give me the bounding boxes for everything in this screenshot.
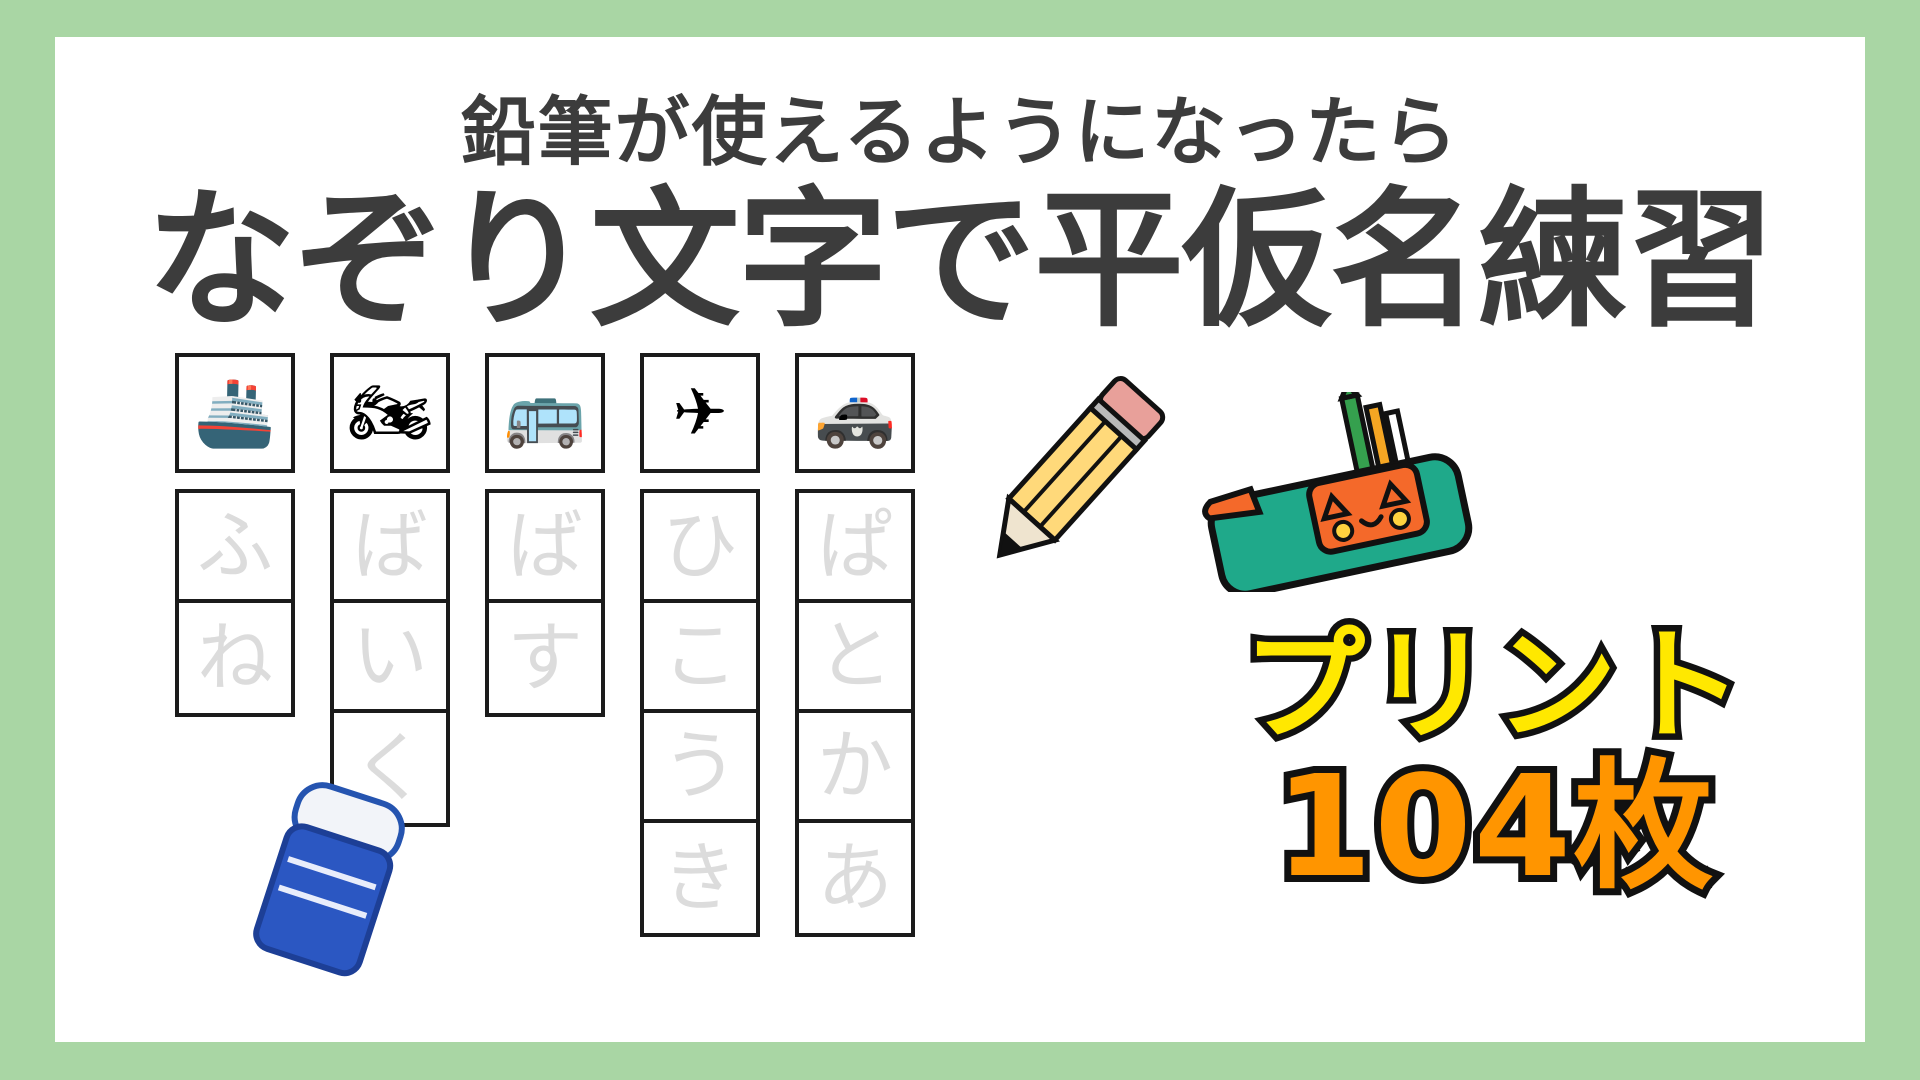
tracing-character-cell: ひ [644,493,756,603]
word-column: 🚓 ぱとかあ [795,353,915,937]
subtitle: 鉛筆が使えるようになったら [460,88,1460,176]
pencil-icon [996,376,1166,559]
tracing-character-cell: す [507,613,583,702]
pencil-case-icon [1202,392,1473,592]
word-column: 🚢 ふね [175,353,295,717]
tracing-character-cell: ば [489,493,601,603]
tracing-character-cell: ふ [179,493,291,603]
word-column: 🚌 ばす [485,353,605,717]
tracing-character-cell: こ [644,603,756,713]
tracing-cell-stack: ぱとかあ [795,489,915,937]
bus-icon: 🚌 [485,353,605,473]
tracing-cell-stack: ひこうき [640,489,760,937]
tracing-character-cell: ぱ [799,493,911,603]
tracing-cell-stack: ばす [485,489,605,717]
airplane-icon: ✈ [640,353,760,473]
tracing-character-cell: き [662,833,738,922]
promo-sheet-count: 104枚 [1268,746,1720,910]
word-column: 🏍 ばいく [330,353,450,827]
page-title: なぞり文字で平仮名練習 [145,174,1776,348]
tracing-character-cell: い [334,603,446,713]
eraser-icon [253,782,405,977]
tracing-character-cell: あ [817,833,893,922]
tracing-character-cell: ば [334,493,446,603]
tracing-cell-stack: ふね [175,489,295,717]
promo-sheet-label: プリント [1237,615,1750,757]
tracing-character-cell: ね [197,613,273,702]
motorcycle-icon: 🏍 [330,353,450,473]
tracing-character-cell: と [799,603,911,713]
tracing-character-cell: か [799,713,911,823]
content-card: 鉛筆が使えるようになったら なぞり文字で平仮名練習 🚢 ふね 🏍 ばいく 🚌 ばす ✈ ひこう… [55,37,1865,1042]
tracing-character-cell: う [644,713,756,823]
police-car-icon: 🚓 [795,353,915,473]
promo-block: プリント 104枚 [1185,615,1805,910]
ship-icon: 🚢 [175,353,295,473]
thumbnail-canvas: 鉛筆が使えるようになったら なぞり文字で平仮名練習 🚢 ふね 🏍 ばいく 🚌 ばす ✈ ひこう… [0,0,1920,1080]
word-column: ✈ ひこうき [640,353,760,937]
